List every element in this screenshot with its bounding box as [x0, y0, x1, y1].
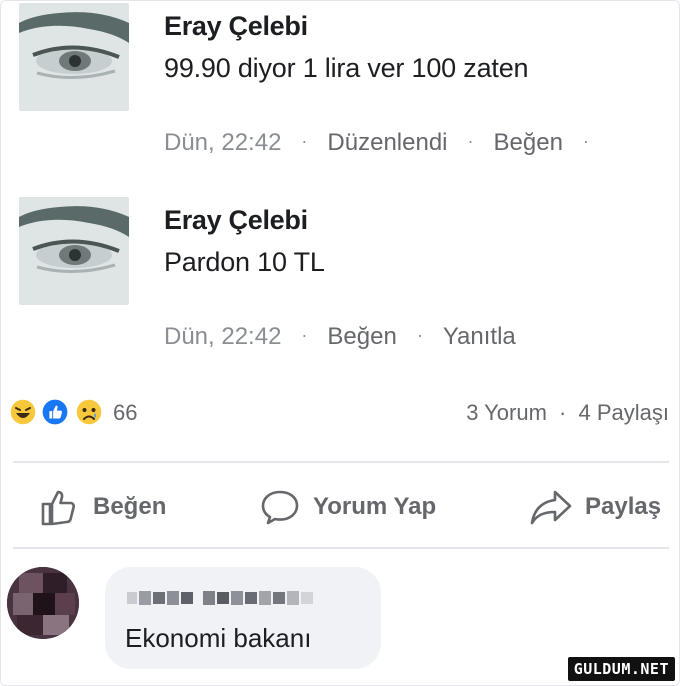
divider: [13, 461, 669, 463]
comment-bubble-icon: [261, 490, 299, 525]
meta-dot: ·: [301, 131, 308, 151]
comment-time[interactable]: Dün, 22:42: [164, 323, 281, 351]
blurred-name: [127, 591, 313, 605]
sad-emoji-icon: [75, 398, 103, 426]
reaction-count[interactable]: 66: [113, 400, 137, 426]
comment-text: Pardon 10 TL: [164, 247, 325, 277]
reply-text: Ekonomi bakanı: [125, 623, 312, 653]
reaction-summary[interactable]: 66 3 Yorum · 4 Paylaşı: [1, 396, 680, 436]
meta-dot: ·: [582, 131, 589, 151]
share-arrow-icon: [530, 490, 572, 525]
comment-button[interactable]: Yorum Yap: [259, 487, 436, 527]
comment-share-stats: 3 Yorum · 4 Paylaşı: [466, 400, 669, 426]
thumbs-up-icon: [41, 490, 75, 526]
comment-meta: Dün, 22:42 · Düzenlendi · Beğen ·: [164, 129, 609, 157]
stats-dot: ·: [559, 400, 567, 425]
comment-text: 99.90 diyor 1 lira ver 100 zaten: [164, 53, 529, 83]
comment-button-label: Yorum Yap: [313, 493, 437, 520]
share-button-label: Paylaş: [585, 493, 662, 520]
comments-count[interactable]: 3 Yorum: [466, 400, 547, 425]
like-button[interactable]: Beğen: [39, 487, 166, 527]
reply-link[interactable]: Yanıtla: [443, 323, 516, 351]
comment-time[interactable]: Dün, 22:42: [164, 129, 281, 157]
post-card: Eray Çelebi 99.90 diyor 1 lira ver 100 z…: [0, 0, 680, 686]
meta-dot: ·: [416, 325, 423, 345]
commenter-avatar[interactable]: [19, 197, 129, 305]
share-button[interactable]: Paylaş: [529, 487, 661, 527]
reply-bubble: Ekonomi bakanı: [105, 567, 381, 669]
like-emoji-icon: [41, 398, 69, 426]
watermark: GULDUM.NET: [567, 657, 675, 681]
like-link[interactable]: Beğen: [327, 323, 396, 351]
divider: [13, 547, 669, 549]
comment-2: Eray Çelebi Pardon 10 TL Dün, 22:42 · Beğe…: [19, 197, 659, 367]
reply-avatar[interactable]: [7, 567, 79, 639]
laugh-emoji-icon: [9, 398, 37, 426]
shares-count[interactable]: 4 Paylaşı: [579, 400, 670, 425]
like-button-label: Beğen: [93, 493, 167, 520]
comment-author[interactable]: Eray Çelebi: [164, 11, 308, 42]
comment-meta: Dün, 22:42 · Beğen · Yanıtla: [164, 323, 516, 351]
like-link[interactable]: Beğen: [494, 129, 563, 157]
comment-1: Eray Çelebi 99.90 diyor 1 lira ver 100 z…: [19, 3, 659, 173]
meta-dot: ·: [301, 325, 308, 345]
action-bar: Beğen Yorum Yap Paylaş: [1, 479, 680, 535]
comment-author[interactable]: Eray Çelebi: [164, 205, 308, 236]
commenter-avatar[interactable]: [19, 3, 129, 111]
edited-label[interactable]: Düzenlendi: [327, 129, 447, 157]
meta-dot: ·: [467, 131, 474, 151]
